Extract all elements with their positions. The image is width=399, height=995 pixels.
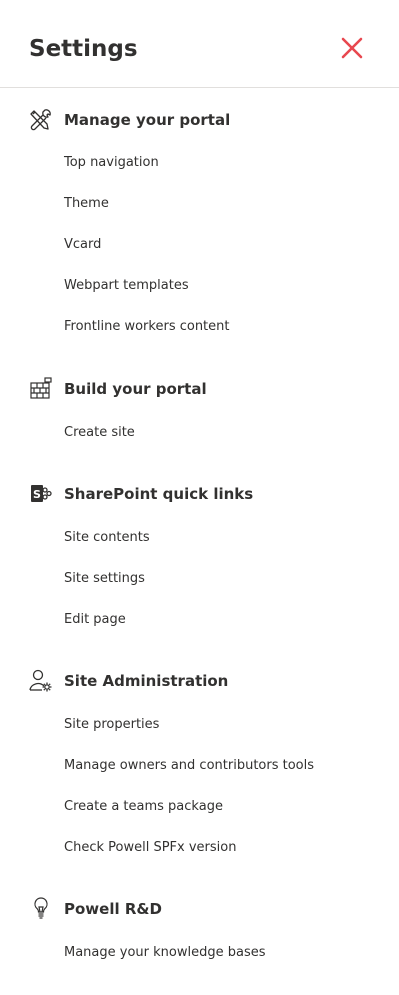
section-powell-rd: Powell R&D Manage your knowledge bases — [0, 896, 399, 960]
section-build-portal: Build your portal Create site — [0, 376, 399, 440]
menu-item-manage-owners[interactable]: Manage owners and contributors tools — [64, 758, 314, 773]
menu-item-site-settings[interactable]: Site settings — [64, 571, 145, 586]
section-title: Site Administration — [64, 672, 229, 690]
menu-item-webpart-templates[interactable]: Webpart templates — [64, 278, 189, 293]
menu-item-frontline-workers-content[interactable]: Frontline workers content — [64, 319, 230, 334]
menu-item-check-spfx-version[interactable]: Check Powell SPFx version — [64, 840, 236, 855]
menu-item-top-navigation[interactable]: Top navigation — [64, 155, 159, 170]
lightbulb-icon — [28, 896, 54, 922]
menu-item-create-site[interactable]: Create site — [64, 425, 135, 440]
section-title: Powell R&D — [64, 900, 162, 918]
close-button[interactable] — [339, 36, 365, 62]
menu-item-vcard[interactable]: Vcard — [64, 237, 101, 252]
brick-wall-icon — [28, 376, 54, 402]
tools-icon — [28, 107, 54, 133]
menu-item-edit-page[interactable]: Edit page — [64, 612, 126, 627]
menu-item-site-contents[interactable]: Site contents — [64, 530, 150, 545]
menu-item-manage-knowledge-bases[interactable]: Manage your knowledge bases — [64, 945, 266, 960]
section-manage-portal: Manage your portal Top navigation Theme … — [0, 107, 399, 334]
section-title: Build your portal — [64, 380, 207, 398]
section-sharepoint-quick-links: S SharePoint quick links Site contents S… — [0, 481, 399, 627]
menu-item-create-teams-package[interactable]: Create a teams package — [64, 799, 223, 814]
page-title: Settings — [29, 36, 138, 62]
user-gear-icon — [28, 668, 54, 694]
menu-item-theme[interactable]: Theme — [64, 196, 109, 211]
section-title: SharePoint quick links — [64, 485, 254, 503]
close-icon — [341, 37, 363, 59]
menu-item-site-properties[interactable]: Site properties — [64, 717, 159, 732]
svg-text:S: S — [33, 488, 41, 501]
sharepoint-icon: S — [28, 481, 54, 507]
settings-header: Settings — [0, 0, 399, 88]
section-title: Manage your portal — [64, 111, 231, 129]
section-site-administration: Site Administration Site properties Mana… — [0, 668, 399, 855]
